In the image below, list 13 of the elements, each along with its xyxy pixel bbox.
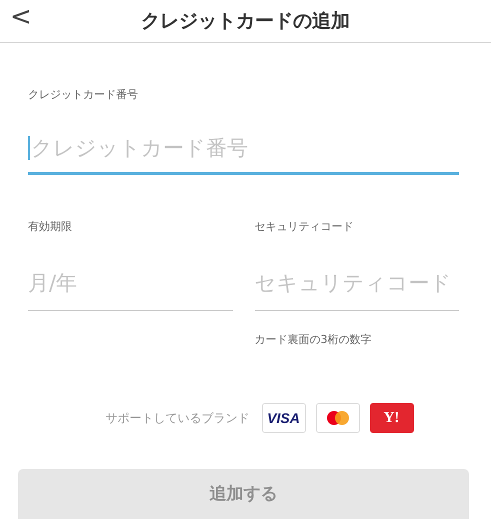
page-title: クレジットカードの追加 [141,9,350,34]
input-field[interactable]: 月/年 [28,256,232,311]
yahoo-logo: Y! [370,403,414,433]
field-label: セキュリティコード [254,219,354,234]
back-button[interactable]: < [6,0,36,34]
card-number-field[interactable]: クレジットカード番号 [28,124,459,175]
input-field[interactable]: セキュリティコード [254,256,459,311]
brands-label: サポートしているブランド [106,410,250,426]
field-label: 有効期限 [28,219,73,234]
mastercard-logo [316,403,360,433]
hint-text: カード裏面の3桁の数字 [254,332,372,347]
field-label: クレジットカード番号 [28,87,139,102]
visa-logo: VISA [262,403,306,433]
